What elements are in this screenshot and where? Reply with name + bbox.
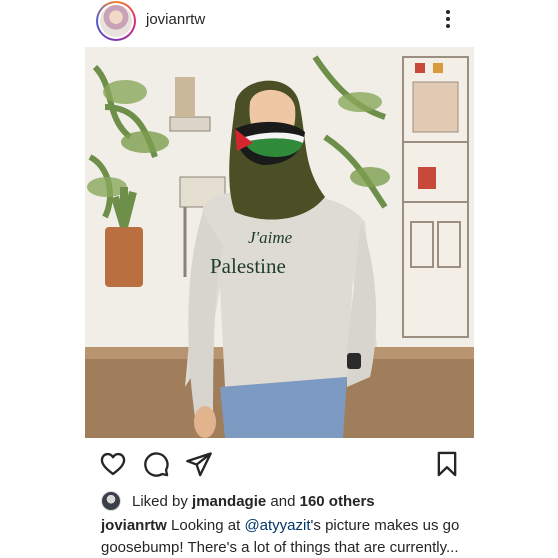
shirt-text-line2: Palestine (210, 254, 286, 278)
post-header: jovianrtw (0, 0, 558, 44)
likes-prefix: Liked by (132, 492, 188, 510)
shirt-text-line1: J'aime (248, 228, 293, 247)
likes-and: and (270, 492, 296, 510)
post-caption: jovianrtw Looking at @atyyazit's picture… (101, 515, 481, 558)
likes-others[interactable]: 160 others (300, 493, 375, 510)
share-icon[interactable] (185, 450, 213, 478)
caption-mention[interactable]: @atyyazit (244, 517, 310, 534)
liker-avatar (101, 491, 121, 511)
likes-summary[interactable]: Liked by jmandagie and 160 others (101, 490, 375, 512)
liker-username[interactable]: jmandagie (192, 493, 266, 510)
post-actions (0, 446, 558, 480)
heart-icon[interactable] (99, 450, 127, 478)
caption-username[interactable]: jovianrtw (101, 517, 167, 534)
post-photo[interactable]: J'aime Palestine (85, 47, 474, 438)
comment-icon[interactable] (142, 450, 170, 478)
avatar[interactable] (96, 1, 136, 41)
post-username[interactable]: jovianrtw (146, 11, 205, 28)
bookmark-icon[interactable] (433, 450, 461, 478)
more-vertical-icon[interactable] (443, 10, 453, 32)
caption-text-before: Looking at (171, 517, 241, 534)
